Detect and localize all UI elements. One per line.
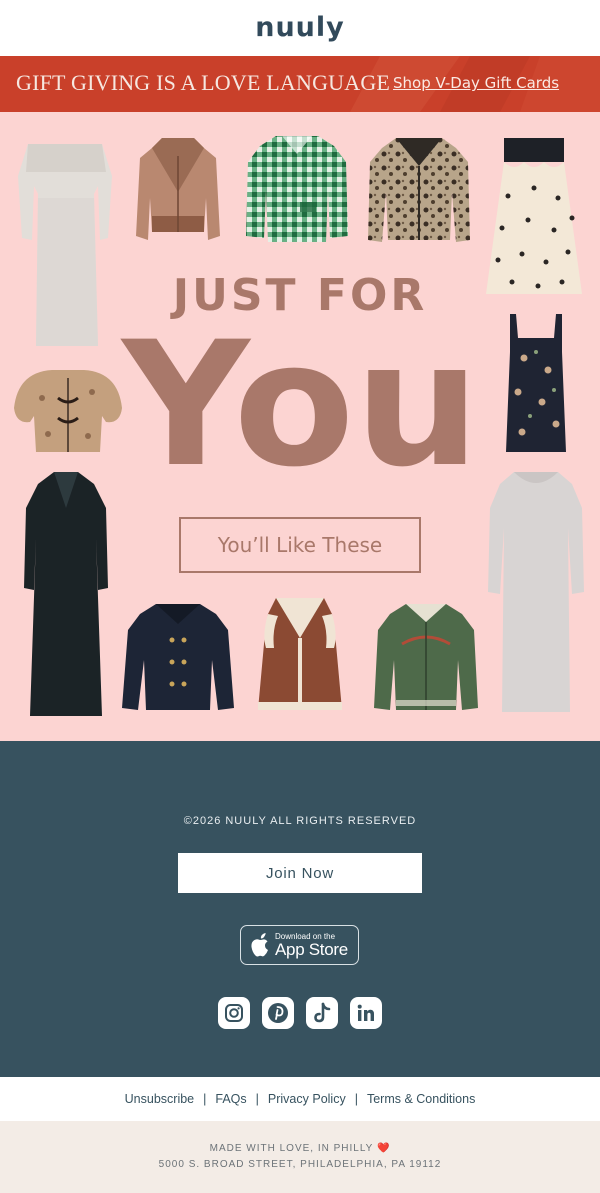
apple-icon [247, 925, 273, 965]
unsubscribe-link[interactable]: Unsubscribe [125, 1092, 194, 1106]
youll-like-these-button[interactable]: You’ll Like These [179, 517, 421, 573]
product-grey-knit-dress[interactable] [488, 468, 584, 714]
product-green-gingham-shirt[interactable] [242, 132, 352, 244]
shop-gift-cards-link[interactable]: Shop V-Day Gift Cards [393, 74, 559, 92]
terms-link[interactable]: Terms & Conditions [367, 1092, 475, 1106]
product-black-maxi-dress[interactable] [24, 468, 108, 718]
linkedin-icon[interactable] [350, 997, 382, 1029]
app-store-badge[interactable]: Download on the App Store [240, 925, 359, 965]
pinterest-icon[interactable] [262, 997, 294, 1029]
product-faux-fur-jacket[interactable] [134, 136, 222, 246]
product-navy-button-jacket[interactable] [120, 600, 236, 714]
footer-links: Unsubscribe | FAQs | Privacy Policy | Te… [0, 1077, 600, 1121]
banner-title: GIFT GIVING IS A LOVE LANGUAGE [16, 70, 391, 95]
hero-section[interactable]: JUST FOR You You’ll Like These [0, 112, 600, 741]
appstore-big-text: App Store [275, 939, 348, 959]
privacy-policy-link[interactable]: Privacy Policy [268, 1092, 346, 1106]
bottom-address-section: MADE WITH LOVE, IN PHILLY ❤️ 5000 S. BRO… [0, 1121, 600, 1193]
hero-headline-you: You [120, 334, 480, 474]
product-floral-mini-dress[interactable] [496, 312, 576, 454]
email-page: nuuly GIFT GIVING IS A LOVE LANGUAGE Sho… [0, 0, 600, 1193]
product-leopard-denim-jacket[interactable] [366, 136, 472, 246]
join-now-button[interactable]: Join Now [178, 853, 422, 893]
hero-headline-top: JUST FOR [172, 270, 428, 321]
social-links [218, 997, 382, 1029]
footer: ©2026 NUULY ALL RIGHTS RESERVED Join Now… [0, 741, 600, 1077]
product-floral-puff-top[interactable] [12, 368, 124, 454]
made-with-love-text: MADE WITH LOVE, IN PHILLY ❤️ [209, 1143, 391, 1154]
link-separator: | [354, 1092, 358, 1106]
address-text: 5000 S. BROAD STREET, PHILADELPHIA, PA 1… [158, 1159, 442, 1170]
header: nuuly [0, 0, 600, 56]
link-separator: | [203, 1092, 207, 1106]
tiktok-icon[interactable] [306, 997, 338, 1029]
faqs-link[interactable]: FAQs [215, 1092, 246, 1106]
instagram-icon[interactable] [218, 997, 250, 1029]
promo-banner: GIFT GIVING IS A LOVE LANGUAGE Shop V-Da… [0, 56, 600, 112]
product-green-embroidered-jacket[interactable] [372, 600, 480, 714]
link-separator: | [255, 1092, 259, 1106]
copyright-text: ©2026 NUULY ALL RIGHTS RESERVED [183, 815, 417, 827]
nuuly-logo[interactable]: nuuly [255, 12, 345, 43]
hero-headline-main: You [120, 334, 480, 474]
product-shearling-vest[interactable] [254, 594, 346, 714]
